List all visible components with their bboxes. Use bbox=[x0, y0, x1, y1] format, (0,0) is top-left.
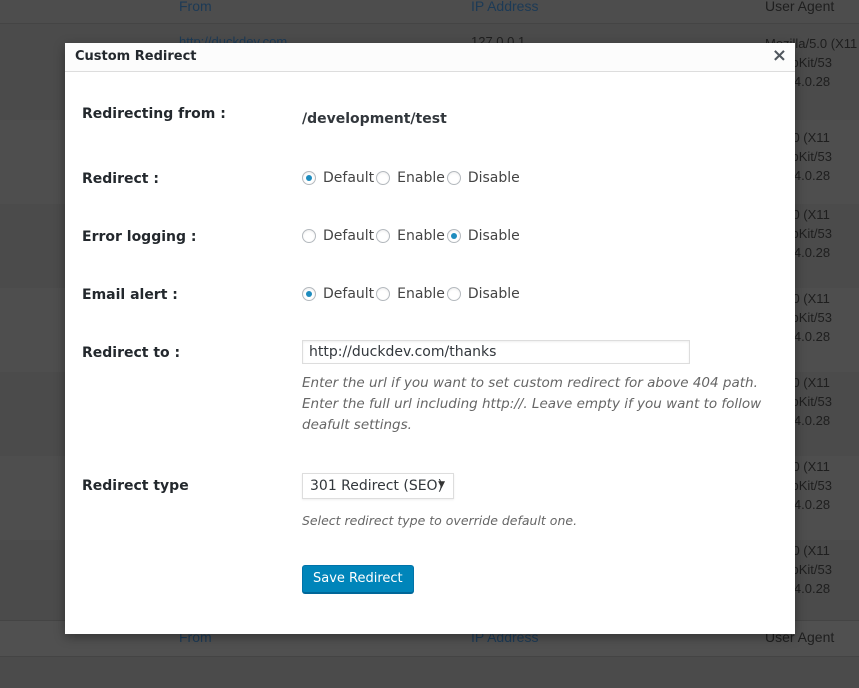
email-alert-label: Email alert : bbox=[82, 287, 178, 303]
redirect-type-label: Redirect type bbox=[82, 478, 189, 494]
redirect-type-description: Select redirect type to override default… bbox=[302, 513, 578, 528]
modal-title: Custom Redirect bbox=[75, 49, 197, 64]
error-logging-option-enable[interactable]: Enable bbox=[376, 228, 445, 244]
radio-button[interactable] bbox=[302, 171, 316, 185]
error-logging-radio-group: Default Enable Disable bbox=[302, 228, 522, 244]
radio-button[interactable] bbox=[376, 287, 391, 301]
radio-button[interactable] bbox=[302, 229, 316, 243]
radio-button[interactable] bbox=[376, 229, 391, 243]
redirect-type-selected: 301 Redirect (SEO) bbox=[310, 478, 444, 494]
radio-button[interactable] bbox=[302, 287, 316, 301]
error-logging-option-default[interactable]: Default bbox=[302, 228, 374, 244]
column-header-user-agent: User Agent bbox=[765, 0, 835, 14]
redirect-to-label: Redirect to : bbox=[82, 345, 181, 361]
modal-header: Custom Redirect × bbox=[65, 43, 795, 72]
email-alert-radio-group: Default Enable Disable bbox=[302, 286, 522, 302]
email-alert-option-default[interactable]: Default bbox=[302, 286, 374, 302]
radio-button[interactable] bbox=[446, 287, 461, 301]
save-redirect-button[interactable]: Save Redirect bbox=[302, 565, 414, 593]
column-header-from[interactable]: From bbox=[179, 0, 212, 14]
redirect-to-description: Enter the url if you want to set custom … bbox=[302, 375, 762, 433]
close-icon[interactable]: × bbox=[772, 46, 787, 66]
redirect-label: Redirect : bbox=[82, 171, 159, 187]
redirect-radio-group: Default Enable Disable bbox=[302, 170, 522, 186]
column-header-ip[interactable]: IP Address bbox=[471, 0, 538, 14]
table-header: From IP Address User Agent bbox=[0, 0, 859, 24]
redirect-type-select[interactable]: 301 Redirect (SEO) ▼ bbox=[302, 473, 454, 499]
error-logging-option-disable[interactable]: Disable bbox=[446, 228, 520, 244]
redirect-option-default[interactable]: Default bbox=[302, 170, 374, 186]
email-alert-option-enable[interactable]: Enable bbox=[376, 286, 445, 302]
chevron-down-icon: ▼ bbox=[438, 480, 445, 490]
email-alert-option-disable[interactable]: Disable bbox=[446, 286, 520, 302]
redirect-url-input[interactable]: http://duckdev.com/thanks bbox=[302, 340, 690, 364]
custom-redirect-modal: Custom Redirect × Redirecting from : /de… bbox=[65, 43, 795, 634]
redirect-option-enable[interactable]: Enable bbox=[376, 170, 445, 186]
error-logging-label: Error logging : bbox=[82, 229, 197, 245]
radio-button[interactable] bbox=[446, 171, 461, 185]
redirecting-from-value: /development/test bbox=[302, 111, 447, 127]
radio-button[interactable] bbox=[376, 171, 391, 185]
radio-button[interactable] bbox=[446, 229, 461, 243]
redirect-option-disable[interactable]: Disable bbox=[446, 170, 520, 186]
redirecting-from-label: Redirecting from : bbox=[82, 106, 226, 122]
